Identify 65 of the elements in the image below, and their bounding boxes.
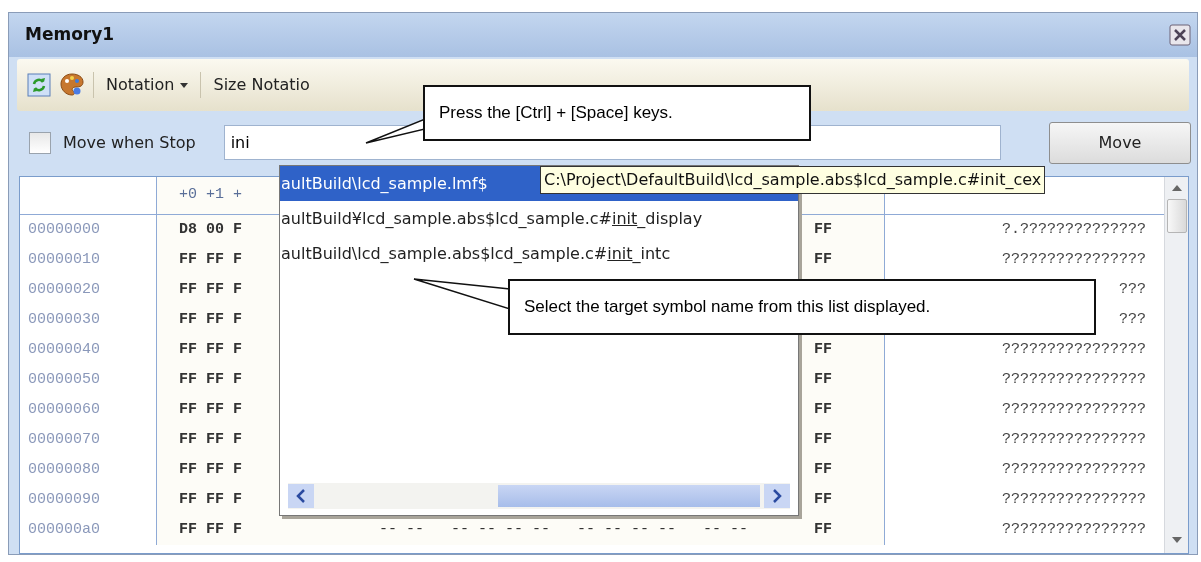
ascii-cell-text: ???????????????? bbox=[1001, 489, 1146, 510]
byte-cell-text: FF bbox=[814, 429, 832, 450]
scroll-thumb[interactable] bbox=[1166, 199, 1187, 233]
address-cell-text: 000000a0 bbox=[28, 519, 100, 540]
address-cell-text: 00000030 bbox=[28, 309, 100, 330]
list-item[interactable]: aultBuild¥lcd_sample.abs$lcd_sample.c#init_display bbox=[280, 201, 798, 236]
byte-cell-text: FF FF F bbox=[179, 279, 243, 300]
list-item[interactable]: aultBuild\lcd_sample.abs$lcd_sample.c#init_intc bbox=[280, 236, 798, 271]
tooltip: C:\Project\DefaultBuild\lcd_sample.abs$lcd_sample.c#init_cex bbox=[540, 166, 1046, 194]
ascii-cell-text: ???????????????? bbox=[1001, 369, 1146, 390]
byte-cell-text: FF FF F bbox=[179, 519, 243, 540]
callout: Press the [Ctrl] + [Space] keys. bbox=[423, 85, 811, 141]
scroll-right-icon[interactable] bbox=[764, 484, 790, 508]
scroll-up-icon[interactable] bbox=[1171, 185, 1182, 191]
byte-cell-text: FF bbox=[814, 219, 832, 240]
byte-cell-text: FF FF F bbox=[179, 369, 243, 390]
address-cell-text: 00000080 bbox=[28, 459, 100, 480]
address-cell-text: 00000020 bbox=[28, 279, 100, 300]
byte-cell-text: FF FF F bbox=[179, 309, 243, 330]
byte-cell-text: FF FF F bbox=[179, 399, 243, 420]
byte-cell-text: FF bbox=[814, 489, 832, 510]
byte-cell-text: FF bbox=[814, 519, 832, 540]
scroll-down-icon[interactable] bbox=[1171, 537, 1182, 543]
scroll-thumb[interactable] bbox=[498, 485, 760, 507]
byte-cell-text: FF bbox=[814, 339, 832, 360]
refresh-icon[interactable] bbox=[27, 73, 51, 97]
address-cell-text: 00000040 bbox=[28, 339, 100, 360]
byte-cell-text: FF FF F bbox=[179, 339, 243, 360]
address-cell-text: 00000000 bbox=[28, 219, 100, 240]
column-header: +0 +1 + bbox=[179, 185, 242, 206]
ascii-cell-text: ??? bbox=[1119, 309, 1146, 330]
close-icon[interactable] bbox=[1169, 24, 1191, 46]
ascii-cell-text: ???????????????? bbox=[1001, 399, 1146, 420]
byte-cell-text: FF FF F bbox=[179, 429, 243, 450]
window-title: Memory1 bbox=[25, 23, 115, 47]
checkbox-label: Move when Stop bbox=[63, 131, 196, 154]
address-cell-text: 00000070 bbox=[28, 429, 100, 450]
byte-cell-text: D8 00 F bbox=[179, 219, 243, 240]
notation-menu[interactable]: Size Notatio bbox=[209, 71, 314, 99]
ascii-cell-text: ??? bbox=[1119, 279, 1146, 300]
address-cell-text: 00000010 bbox=[28, 249, 100, 270]
byte-cell-text: FF bbox=[814, 249, 832, 270]
byte-cell-text: -- -- -- -- -- -- -- -- -- -- -- -- bbox=[379, 519, 749, 540]
ascii-cell-text: ???????????????? bbox=[1001, 249, 1146, 270]
byte-cell-text: FF FF F bbox=[179, 459, 243, 480]
vertical-scrollbar[interactable] bbox=[1164, 177, 1188, 553]
move-button[interactable]: Move bbox=[1049, 121, 1191, 164]
address-cell-text: 00000060 bbox=[28, 399, 100, 420]
byte-cell-text: FF bbox=[814, 399, 832, 420]
address-cell-text: 00000050 bbox=[28, 369, 100, 390]
checkbox[interactable] bbox=[29, 131, 51, 154]
notation-menu[interactable]: Notation bbox=[102, 71, 193, 99]
palette-icon[interactable] bbox=[59, 72, 85, 98]
byte-cell-text: FF bbox=[814, 459, 832, 480]
scroll-left-icon[interactable] bbox=[288, 484, 314, 508]
byte-cell-text: FF bbox=[814, 369, 832, 390]
ascii-cell-text: ???????????????? bbox=[1001, 459, 1146, 480]
address-cell-text: 00000090 bbox=[28, 489, 100, 510]
ascii-cell-text: ?.?????????????? bbox=[1001, 219, 1146, 240]
ascii-cell-text: ???????????????? bbox=[1001, 429, 1146, 450]
horizontal-scrollbar[interactable] bbox=[288, 483, 790, 509]
byte-cell-text: FF FF F bbox=[179, 489, 243, 510]
ascii-cell-text: ???????????????? bbox=[1001, 519, 1146, 540]
byte-cell-text: FF FF F bbox=[179, 249, 243, 270]
ascii-cell-text: ???????????????? bbox=[1001, 339, 1146, 360]
